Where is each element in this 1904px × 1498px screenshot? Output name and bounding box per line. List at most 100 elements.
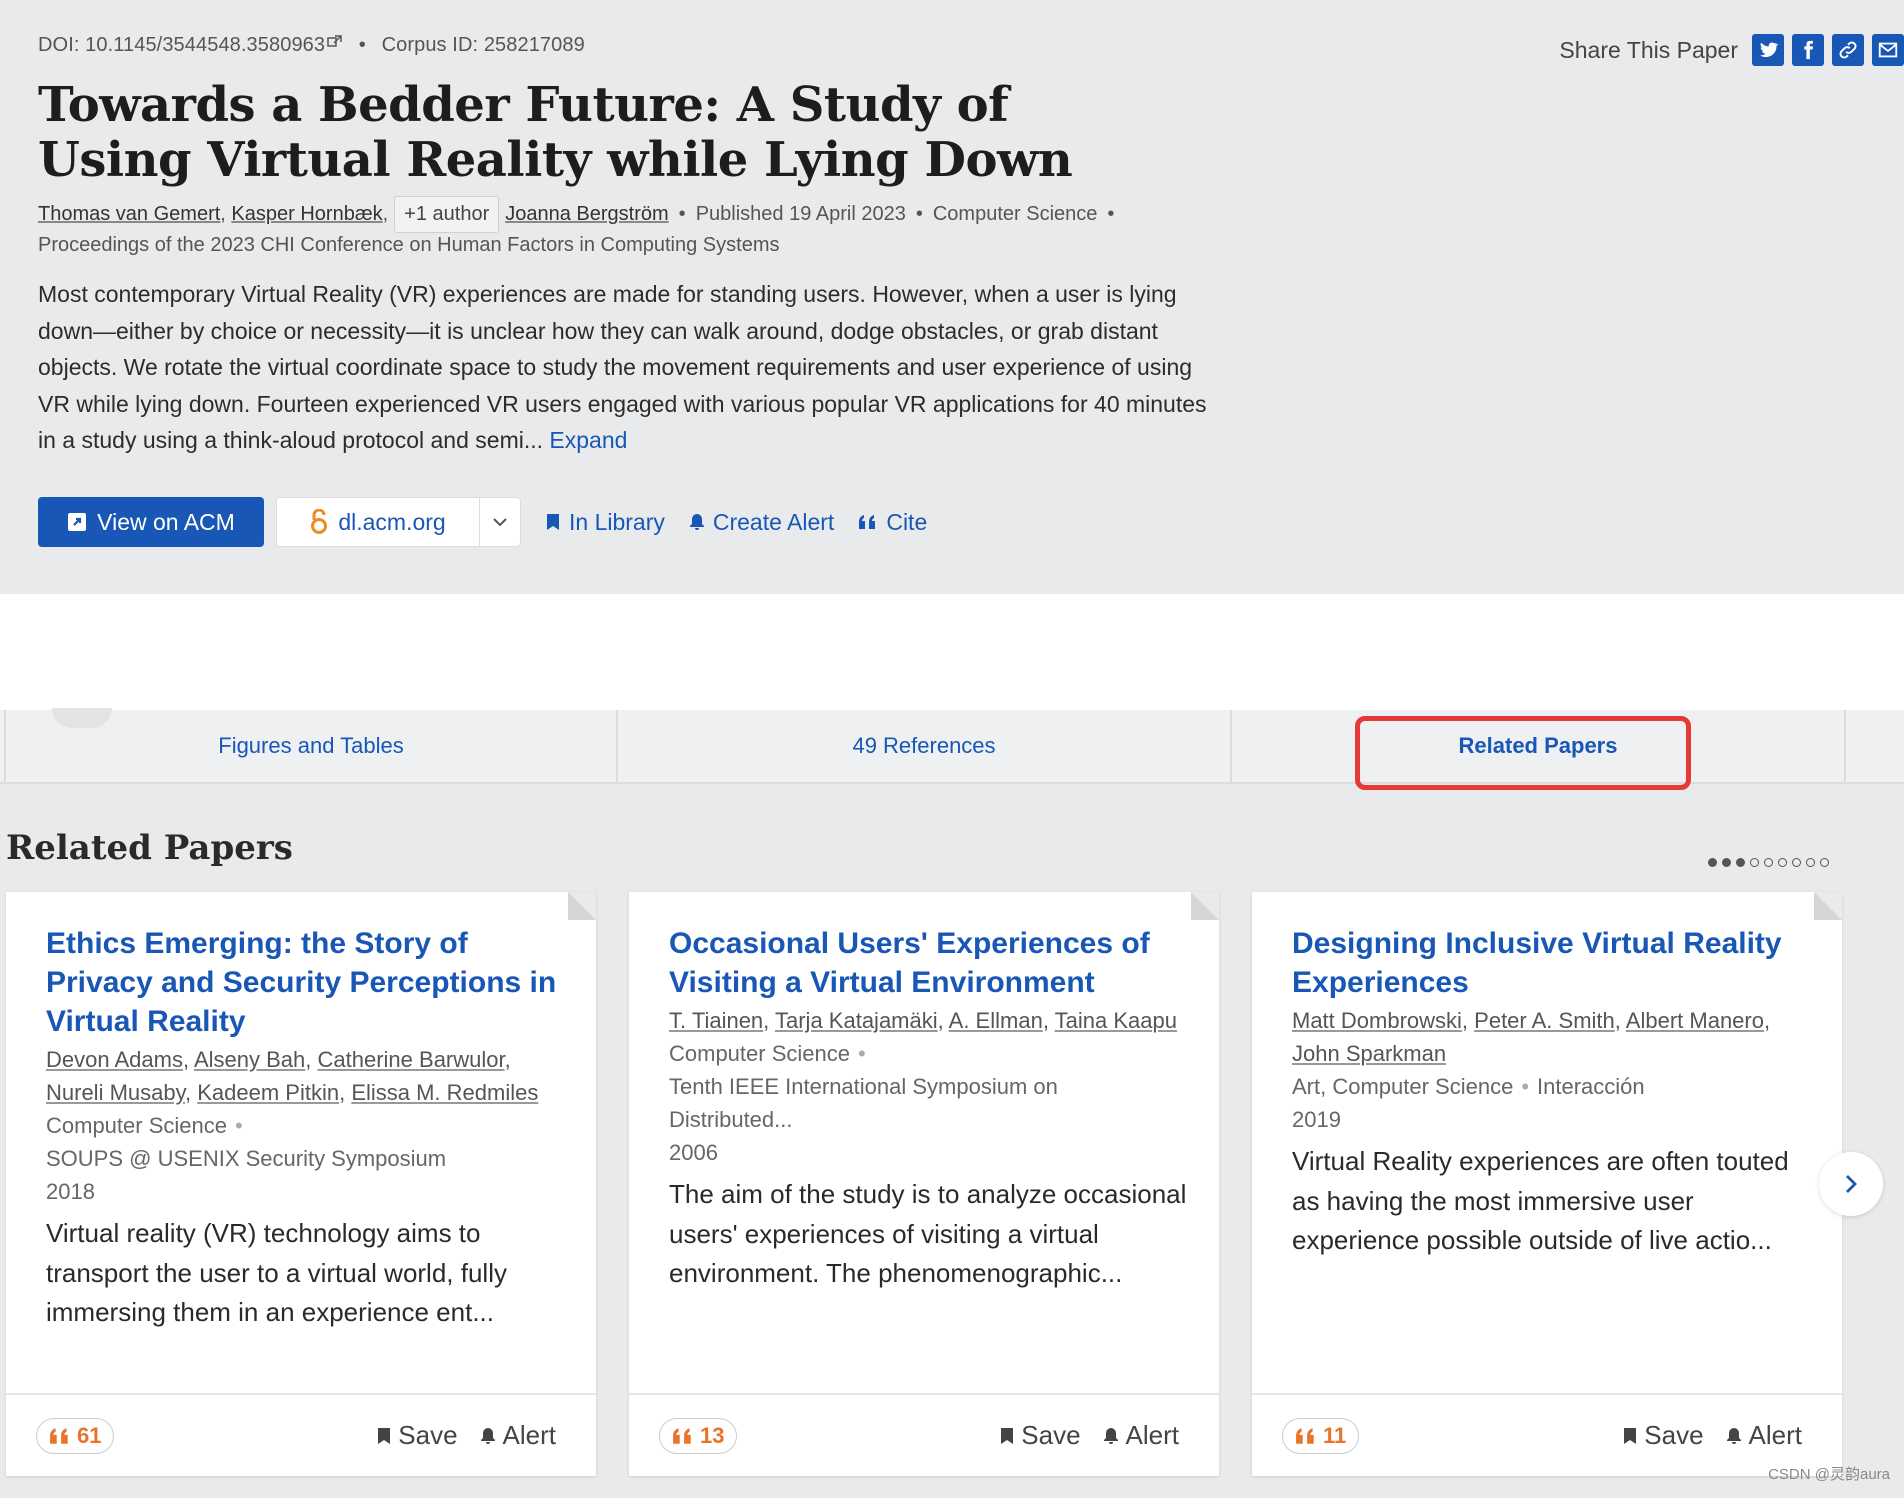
alert-button[interactable]: Alert	[1726, 1420, 1802, 1451]
more-authors-button[interactable]: +1 author	[394, 196, 500, 233]
pager-dot[interactable]	[1764, 858, 1773, 867]
author-link[interactable]: Albert Manero	[1626, 1008, 1764, 1033]
related-paper-abstract: The aim of the study is to analyze occas…	[669, 1179, 1187, 1288]
pager-dot[interactable]	[1722, 858, 1731, 867]
bell-icon	[1726, 1427, 1741, 1444]
paper-actions: View on ACM dl.acm.org In Library Create…	[38, 497, 927, 547]
quote-icon	[1296, 1427, 1314, 1444]
publish-date: Published 19 April 2023	[695, 203, 906, 225]
author-link[interactable]: Devon Adams	[46, 1047, 183, 1072]
author-link[interactable]: Kasper Hornbæk	[231, 203, 382, 226]
related-paper-card: Occasional Users' Experiences of Visitin…	[629, 892, 1219, 1476]
author-link[interactable]: Thomas van Gemert	[38, 203, 220, 226]
related-paper-abstract: Virtual reality (VR) technology aims to …	[46, 1218, 507, 1327]
author-link[interactable]: Peter A. Smith	[1474, 1008, 1615, 1033]
related-paper-authors: T. Tiainen, Tarja Katajamäki, A. Ellman,…	[669, 1008, 1177, 1033]
author-link[interactable]: Matt Dombrowski	[1292, 1008, 1462, 1033]
create-alert-label: Create Alert	[712, 508, 835, 535]
related-paper-field: Art, Computer Science • Interacción	[1292, 1074, 1645, 1099]
related-papers-heading: Related Papers	[6, 828, 293, 868]
paper-authors: Thomas van Gemert, Kasper Hornbæk, +1 au…	[38, 196, 1124, 233]
citation-count-badge[interactable]: 11	[1282, 1417, 1360, 1454]
create-alert-button[interactable]: Create Alert	[689, 509, 834, 536]
chevron-down-icon[interactable]	[480, 498, 520, 546]
save-button[interactable]: Save	[1623, 1420, 1704, 1451]
related-paper-abstract: Virtual Reality experiences are often to…	[1292, 1146, 1789, 1255]
facebook-share-icon[interactable]	[1792, 34, 1824, 66]
author-link[interactable]: A. Ellman	[949, 1008, 1043, 1033]
related-paper-authors: Matt Dombrowski, Peter A. Smith, Albert …	[1292, 1008, 1771, 1066]
author-link[interactable]: John Sparkman	[1292, 1041, 1446, 1066]
related-paper-year: 2006	[669, 1140, 718, 1165]
watermark: CSDN @灵韵aura	[1768, 1466, 1890, 1483]
author-link[interactable]: Tarja Katajamäki	[775, 1008, 938, 1033]
related-paper-title[interactable]: Designing Inclusive Virtual Reality Expe…	[1292, 924, 1812, 1002]
author-link[interactable]: Nureli Musaby	[46, 1080, 185, 1105]
paper-title: Towards a Bedder Future: A Study of Usin…	[38, 77, 1073, 188]
alert-button[interactable]: Alert	[1103, 1420, 1179, 1451]
paper-abstract: Most contemporary Virtual Reality (VR) e…	[38, 276, 1228, 459]
author-link[interactable]: Taina Kaapu	[1055, 1008, 1177, 1033]
related-paper-card: Ethics Emerging: the Story of Privacy an…	[6, 892, 596, 1476]
corpus-id: Corpus ID: 258217089	[381, 34, 585, 56]
carousel-next-button[interactable]	[1819, 1152, 1883, 1216]
pager-dot[interactable]	[1806, 858, 1815, 867]
author-link[interactable]: Alseny Bah	[194, 1047, 305, 1072]
email-share-icon[interactable]	[1872, 34, 1904, 66]
card-footer: 11 Save Alert	[1252, 1393, 1842, 1476]
view-on-acm-label: View on ACM	[97, 508, 235, 535]
spacer	[0, 594, 1904, 710]
chevron-right-icon	[1846, 1175, 1857, 1193]
bookmark-icon	[1001, 1427, 1014, 1444]
paper-meta: DOI: 10.1145/3544548.3580963 • Corpus ID…	[38, 34, 585, 56]
author-link[interactable]: Joanna Bergström	[505, 203, 668, 226]
pager-dot[interactable]	[1708, 858, 1717, 867]
author-link[interactable]: Kadeem Pitkin	[197, 1080, 339, 1105]
external-link-icon	[327, 35, 342, 47]
citation-count-badge[interactable]: 13	[659, 1417, 738, 1454]
pager-dot[interactable]	[1792, 858, 1801, 867]
pager-dot[interactable]	[1820, 858, 1829, 867]
source-dropdown[interactable]: dl.acm.org	[276, 497, 521, 547]
citation-count-badge[interactable]: 61	[36, 1417, 115, 1454]
view-on-acm-button[interactable]: View on ACM	[38, 497, 264, 547]
bell-icon	[689, 514, 704, 530]
open-access-icon	[311, 509, 328, 534]
twitter-share-icon[interactable]	[1752, 34, 1784, 66]
author-link[interactable]: Elissa M. Redmiles	[351, 1080, 538, 1105]
save-button[interactable]: Save	[377, 1420, 458, 1451]
share-label: Share This Paper	[1559, 36, 1738, 63]
expand-abstract-link[interactable]: Expand	[549, 427, 627, 453]
related-paper-venue: Tenth IEEE International Symposium on Di…	[669, 1074, 1058, 1132]
pager-dot[interactable]	[1778, 858, 1787, 867]
external-link-icon	[68, 513, 87, 531]
field-of-study: Computer Science	[932, 203, 1098, 225]
related-paper-title[interactable]: Ethics Emerging: the Story of Privacy an…	[46, 924, 566, 1041]
author-link[interactable]: Catherine Barwulor	[318, 1047, 505, 1072]
related-paper-authors: Devon Adams, Alseny Bah, Catherine Barwu…	[46, 1047, 539, 1105]
bookmark-icon	[547, 514, 559, 530]
bell-icon	[1103, 1427, 1118, 1444]
share-bar: Share This Paper	[1559, 34, 1904, 66]
related-paper-year: 2018	[46, 1179, 95, 1204]
bookmark-icon	[1624, 1427, 1637, 1444]
quote-icon	[859, 515, 876, 529]
paper-venue: Proceedings of the 2023 CHI Conference o…	[38, 234, 780, 256]
annotation-highlight-box	[1355, 716, 1691, 790]
carousel-pager	[1708, 858, 1829, 867]
alert-button[interactable]: Alert	[480, 1420, 556, 1451]
card-footer: 61 Save Alert	[6, 1393, 596, 1476]
source-link[interactable]: dl.acm.org	[277, 498, 480, 546]
related-paper-title[interactable]: Occasional Users' Experiences of Visitin…	[669, 924, 1189, 1002]
pager-dot[interactable]	[1750, 858, 1759, 867]
pager-dot[interactable]	[1736, 858, 1745, 867]
cite-button[interactable]: Cite	[858, 509, 927, 536]
author-link[interactable]: T. Tiainen	[669, 1008, 763, 1033]
card-footer: 13 Save Alert	[629, 1393, 1219, 1476]
in-library-button[interactable]: In Library	[545, 509, 665, 536]
doi-link[interactable]: DOI: 10.1145/3544548.3580963	[38, 34, 325, 56]
tab-references[interactable]: 49 References	[618, 710, 1232, 782]
paper-header: DOI: 10.1145/3544548.3580963 • Corpus ID…	[0, 0, 1904, 594]
copy-link-icon[interactable]	[1832, 34, 1864, 66]
save-button[interactable]: Save	[1000, 1420, 1081, 1451]
